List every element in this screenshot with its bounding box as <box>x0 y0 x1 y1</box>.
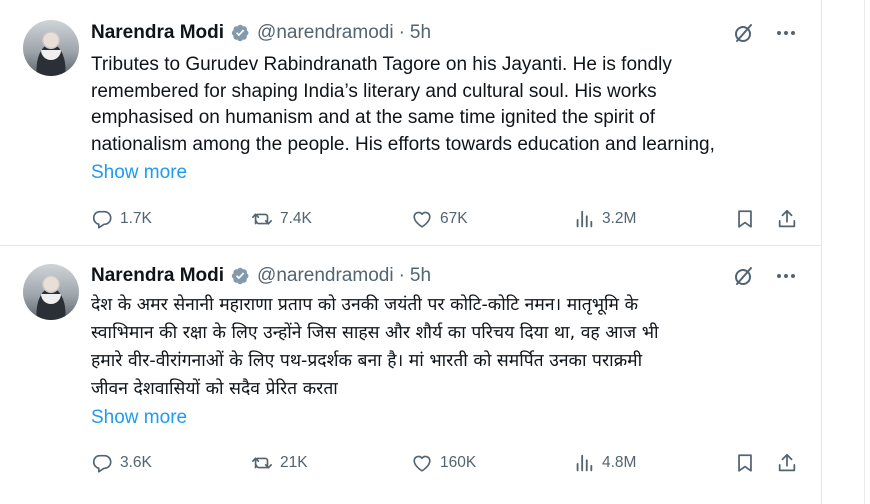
tweet-header: Narendra Modi @narendramodi · 5h <box>91 263 431 289</box>
separator: · <box>398 22 405 43</box>
repost-button[interactable]: 21K <box>251 452 308 474</box>
repost-count: 7.4K <box>280 210 312 227</box>
repost-button[interactable]: 7.4K <box>251 208 312 230</box>
repost-icon <box>252 457 272 469</box>
timestamp[interactable]: 5h <box>410 22 431 44</box>
like-icon <box>413 211 431 228</box>
more-icon[interactable] <box>773 263 799 289</box>
views-icon <box>576 210 593 228</box>
tweet-actions: 1.7K 7.4K 67K 3.2M <box>91 205 806 233</box>
view-count: 3.2M <box>602 210 637 227</box>
like-count: 160K <box>440 454 477 471</box>
tweet-text: Tributes to Gurudev Rabindranath Tagore … <box>91 54 715 155</box>
views-button[interactable]: 4.8M <box>573 452 636 474</box>
views-icon <box>576 454 593 472</box>
author-name[interactable]: Narendra Modi <box>91 265 224 287</box>
reply-button[interactable]: 1.7K <box>91 208 152 230</box>
reply-count: 1.7K <box>120 210 152 227</box>
tweet-header: Narendra Modi @narendramodi · 5h <box>91 20 431 46</box>
repost-icon <box>252 213 272 225</box>
tweet[interactable]: Narendra Modi @narendramodi · 5h देश के … <box>0 247 821 504</box>
repost-count: 21K <box>280 454 308 471</box>
share-button[interactable] <box>776 208 798 230</box>
bookmark-icon <box>738 210 752 228</box>
timestamp[interactable]: 5h <box>410 265 431 287</box>
reply-count: 3.6K <box>120 454 152 471</box>
author-handle[interactable]: @narendramodi <box>257 265 394 287</box>
tweet-actions: 3.6K 21K 160K 4.8M <box>91 449 806 477</box>
bookmark-icon <box>738 454 752 472</box>
grok-icon[interactable] <box>731 20 757 46</box>
show-more-link[interactable]: Show more <box>91 407 187 429</box>
separator: · <box>398 265 405 286</box>
share-button[interactable] <box>776 452 798 474</box>
author-handle[interactable]: @narendramodi <box>257 22 394 44</box>
show-more-link[interactable]: Show more <box>91 162 187 184</box>
verified-badge-icon <box>231 267 249 285</box>
tweet[interactable]: Narendra Modi @narendramodi · 5h Tribute… <box>0 0 821 246</box>
share-icon <box>778 453 796 472</box>
tweet-top-actions <box>731 20 799 46</box>
reply-button[interactable]: 3.6K <box>91 452 152 474</box>
reply-icon <box>92 454 112 473</box>
reply-icon <box>92 210 112 229</box>
verified-badge-icon <box>231 24 249 42</box>
grok-icon[interactable] <box>731 263 757 289</box>
bookmark-button[interactable] <box>734 452 756 474</box>
tweet-text: देश के अमर सेनानी महाराणा प्रताप को उनकी… <box>91 295 659 399</box>
like-icon <box>413 455 431 472</box>
more-icon[interactable] <box>773 20 799 46</box>
like-button[interactable]: 160K <box>411 452 476 474</box>
author-name[interactable]: Narendra Modi <box>91 22 224 44</box>
tweet-top-actions <box>731 263 799 289</box>
bookmark-button[interactable] <box>734 208 756 230</box>
view-count: 4.8M <box>602 454 637 471</box>
views-button[interactable]: 3.2M <box>573 208 636 230</box>
sidebar-divider <box>864 0 865 504</box>
share-icon <box>778 209 796 228</box>
avatar[interactable] <box>23 20 79 76</box>
like-count: 67K <box>440 210 468 227</box>
like-button[interactable]: 67K <box>411 208 468 230</box>
avatar[interactable] <box>23 264 79 320</box>
timeline-feed: Narendra Modi @narendramodi · 5h Tribute… <box>0 0 822 504</box>
